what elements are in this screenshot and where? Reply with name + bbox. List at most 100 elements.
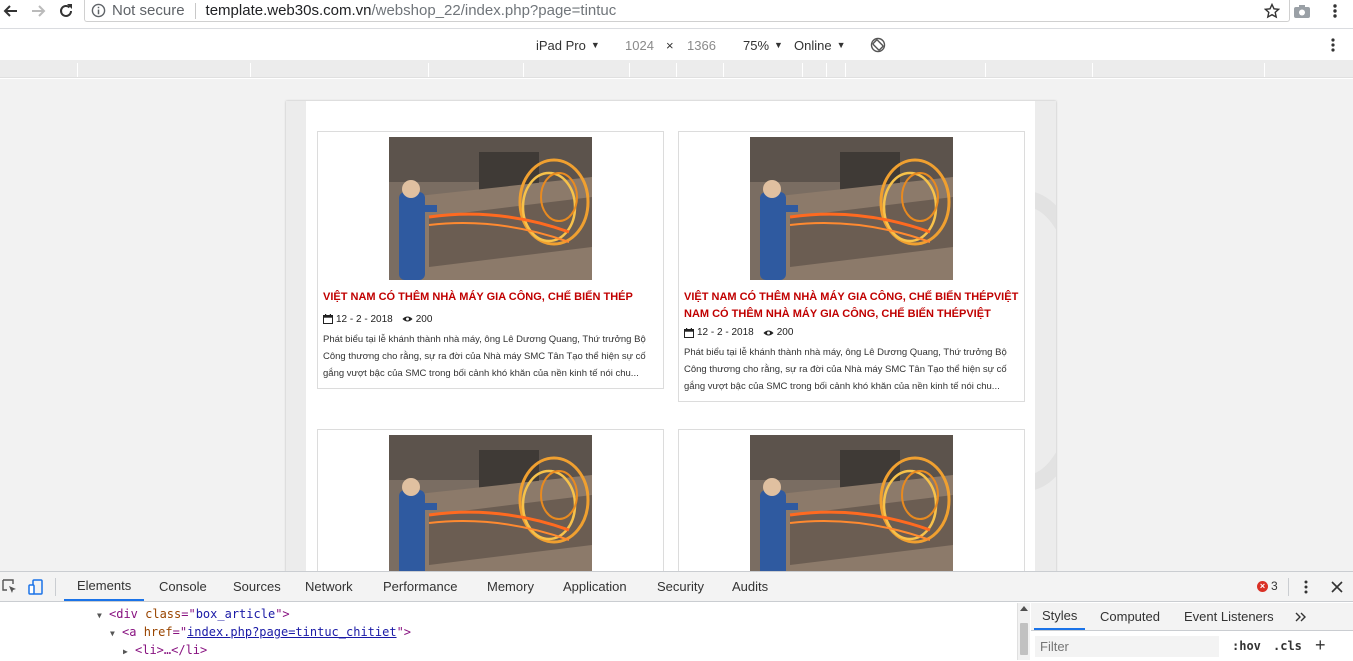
rotate-icon [870, 37, 886, 53]
height-field[interactable]: 1366 [687, 37, 716, 53]
device-select[interactable]: iPad Pro ▼ [536, 37, 600, 53]
url-text[interactable]: template.web30s.com.vn/webshop_22/index.… [206, 2, 617, 19]
calendar-icon [684, 327, 694, 338]
class-toggle[interactable]: .cls [1273, 639, 1302, 653]
device-toggle-icon [28, 579, 43, 595]
dom-punct: "> [396, 625, 412, 639]
dom-attr-link[interactable]: index.php?page=tintuc_chitiet [187, 625, 397, 639]
tab-performance[interactable]: Performance [383, 572, 457, 601]
omnibox-divider [194, 2, 196, 19]
tab-event-listeners[interactable]: Event Listeners [1184, 603, 1274, 630]
article-card[interactable] [678, 429, 1025, 571]
dom-node[interactable]: ▶ <li>…</li> [123, 642, 207, 661]
dom-node[interactable]: ▼ <div class="box_article"> [97, 606, 290, 625]
calendar-icon [323, 314, 333, 324]
toggle-device-button[interactable] [26, 577, 46, 597]
forward-button[interactable] [27, 0, 49, 22]
reload-button[interactable] [55, 0, 77, 22]
tab-memory[interactable]: Memory [487, 572, 534, 601]
dimension-times: × [666, 37, 674, 53]
bookmark-button[interactable] [1261, 0, 1283, 22]
dom-tree[interactable]: ▼ <div class="box_article"> ▼ <a href="ind… [0, 603, 1017, 660]
tab-security[interactable]: Security [657, 572, 704, 601]
tab-network[interactable]: Network [305, 572, 353, 601]
article-views-text: 200 [776, 327, 794, 338]
scroll-up-arrow-icon[interactable] [1020, 606, 1028, 611]
reload-icon [60, 4, 72, 17]
caret-down-icon: ▼ [774, 40, 783, 50]
back-button[interactable] [0, 0, 22, 22]
zoom-value: 75% [743, 37, 770, 53]
ruler-tick [676, 63, 677, 77]
article-card[interactable] [317, 429, 664, 571]
article-date: 12 - 2 - 2018 [323, 314, 393, 325]
back-arrow-icon [3, 5, 17, 17]
tab-styles[interactable]: Styles [1034, 603, 1086, 630]
tab-sources[interactable]: Sources [233, 572, 281, 601]
dom-node[interactable]: ▼ <a href="index.php?page=tintuc_chitiet"… [110, 624, 411, 643]
article-meta: 12 - 2 - 2018 200 [323, 314, 658, 325]
ruler-tick [985, 63, 986, 77]
address-bar[interactable]: Not secure template.web30s.com.vn/websho… [84, 0, 1290, 22]
expand-triangle-icon[interactable]: ▼ [110, 625, 122, 643]
forward-arrow-icon [32, 5, 46, 17]
inspect-element-button[interactable] [0, 577, 20, 597]
article-thumbnail[interactable] [750, 137, 953, 280]
styles-filter-input[interactable] [1035, 636, 1219, 657]
devtools-menu-button[interactable] [1296, 577, 1316, 597]
devtools-panel: Elements Console Sources Network Perform… [0, 571, 1353, 660]
tab-console[interactable]: Console [159, 572, 207, 601]
screenshot-button[interactable] [1291, 0, 1313, 22]
device-toolbar-menu[interactable] [1330, 37, 1336, 53]
dom-scrollbar[interactable] [1017, 603, 1030, 660]
media-query-bar[interactable] [0, 60, 1353, 78]
camera-icon [1294, 5, 1310, 18]
tab-audits[interactable]: Audits [732, 572, 768, 601]
browser-toolbar: Not secure template.web30s.com.vn/websho… [0, 0, 1353, 29]
article-excerpt: Phát biểu tại lễ khánh thành nhà máy, ôn… [323, 333, 646, 379]
new-style-rule-button[interactable]: + [1315, 635, 1326, 656]
ruler-tick [1264, 63, 1265, 77]
dom-punct: =" [181, 607, 196, 621]
more-tabs-button[interactable] [1295, 603, 1307, 630]
info-icon [91, 3, 106, 18]
tab-elements[interactable]: Elements [64, 572, 145, 601]
rotate-button[interactable] [870, 37, 886, 53]
security-label: Not secure [112, 2, 185, 19]
sidebar-tabbar: Styles Computed Event Listeners [1031, 603, 1353, 631]
toolbar-divider [1288, 578, 1289, 596]
ruler-tick [802, 63, 803, 77]
article-thumbnail[interactable] [750, 435, 953, 571]
throttle-select[interactable]: Online ▼ [794, 37, 846, 53]
close-devtools-button[interactable] [1327, 577, 1347, 597]
article-views: 200 [763, 327, 794, 338]
article-date-text: 12 - 2 - 2018 [697, 327, 754, 338]
article-date-text: 12 - 2 - 2018 [336, 313, 393, 325]
article-thumbnail[interactable] [389, 137, 592, 280]
devtools-tabbar: Elements Console Sources Network Perform… [0, 572, 1353, 602]
toolbar-divider [55, 578, 56, 596]
error-counter[interactable]: × 3 [1257, 579, 1278, 593]
kebab-menu-icon [1333, 4, 1337, 18]
eye-icon [763, 329, 774, 336]
browser-menu-button[interactable] [1324, 0, 1346, 22]
article-card[interactable]: VIỆT NAM CÓ THÊM NHÀ MÁY GIA CÔNG, CHẾ B… [678, 131, 1025, 402]
expand-triangle-icon[interactable]: ▼ [97, 607, 109, 625]
tab-computed[interactable]: Computed [1100, 603, 1160, 630]
article-title[interactable]: VIỆT NAM CÓ THÊM NHÀ MÁY GIA CÔNG, CHẾ B… [684, 289, 1019, 322]
inspect-icon [2, 579, 16, 593]
width-field[interactable]: 1024 [625, 37, 654, 53]
article-card[interactable]: VIỆT NAM CÓ THÊM NHÀ MÁY GIA CÔNG, CHẾ B… [317, 131, 664, 389]
kebab-menu-icon [1304, 580, 1308, 594]
article-excerpt: Phát biểu tại lễ khánh thành nhà máy, ôn… [684, 347, 1007, 392]
collapse-triangle-icon[interactable]: ▶ [123, 643, 135, 661]
tab-application[interactable]: Application [563, 572, 627, 601]
article-title[interactable]: VIỆT NAM CÓ THÊM NHÀ MÁY GIA CÔNG, CHẾ B… [323, 289, 658, 306]
hover-state-toggle[interactable]: :hov [1232, 639, 1261, 653]
device-frame: VIỆT NAM CÓ THÊM NHÀ MÁY GIA CÔNG, CHẾ B… [286, 101, 1056, 571]
star-icon [1264, 3, 1280, 19]
article-thumbnail[interactable] [389, 435, 592, 571]
zoom-select[interactable]: 75% ▼ [743, 37, 783, 53]
ruler-tick [428, 63, 429, 77]
scrollbar-thumb[interactable] [1020, 623, 1028, 655]
